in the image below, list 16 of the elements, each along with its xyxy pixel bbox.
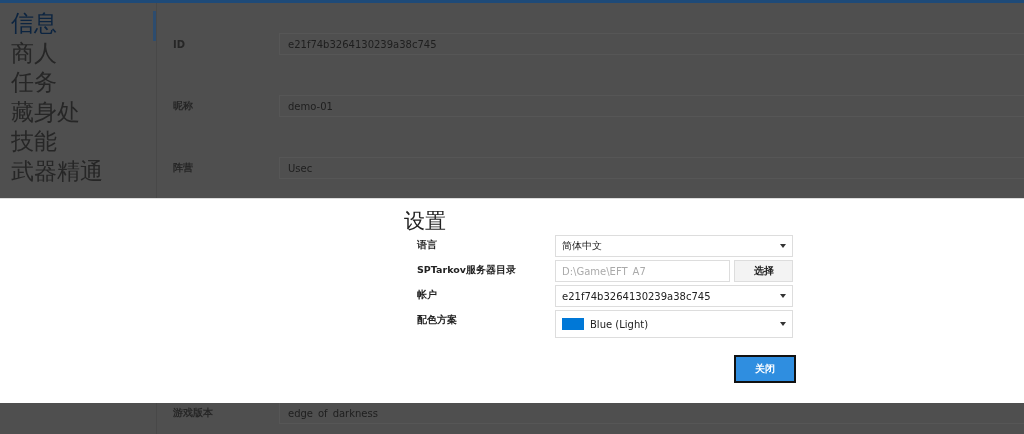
browse-button[interactable]: 选择 [734,260,793,282]
dialog-title: 设置 [404,208,446,235]
close-button[interactable]: 关闭 [734,355,796,383]
field-label: 语言 [417,238,438,252]
sidebar-item[interactable]: 信息 [11,9,156,39]
field-label: SPTarkov服务器目录 [417,263,517,277]
caret-icon [780,322,786,326]
field-label: 配色方案 [417,313,458,327]
selection-indicator [153,11,156,41]
caret-icon [780,294,786,298]
dropdown[interactable]: Blue (Light) [555,310,793,338]
dropdown[interactable]: 简体中文 [555,235,793,257]
caret-icon [780,244,786,248]
dropdown[interactable]: e21f74b3264130239a38c745 [555,285,793,307]
field-label: 帐户 [417,288,438,302]
input-field[interactable]: D:\Game\EFT_A7 [555,260,730,282]
